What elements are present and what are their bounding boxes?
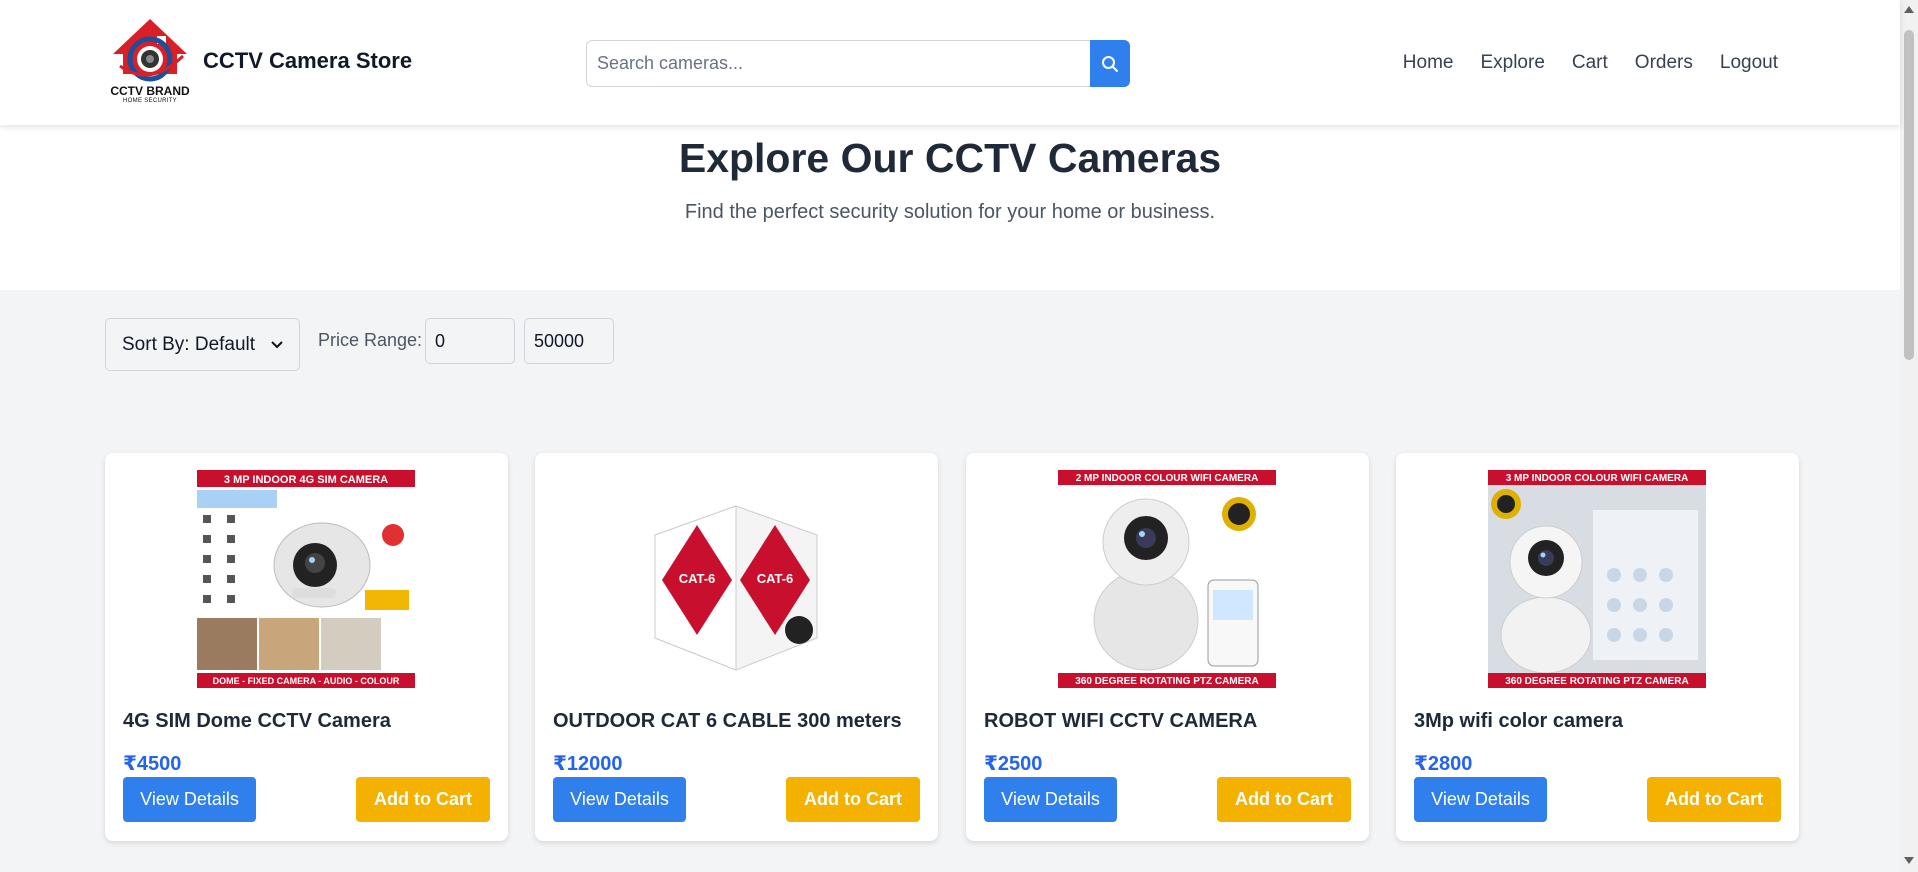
banner-bottom-text: 360 DEGREE ROTATING PTZ CAMERA [1075,676,1259,687]
price-range-label: Price Range: [318,330,423,350]
search-input[interactable] [586,40,1091,87]
wifi-camera-image-icon: 3 MP INDOOR COLOUR WIFI CAMERA 360 DEGRE… [1488,470,1706,688]
product-image[interactable]: 3 MP INDOOR 4G SIM CAMERA DOME - FIXED C… [197,470,415,688]
view-details-button[interactable]: View Details [984,777,1117,822]
nav-explore[interactable]: Explore [1480,52,1544,74]
site-header: CCTV BRAND HOME SECURITY CCTV Camera Sto… [0,0,1900,125]
store-logo[interactable]: CCTV BRAND HOME SECURITY [105,16,195,108]
view-details-button[interactable]: View Details [123,777,256,822]
nav-cart[interactable]: Cart [1572,52,1608,74]
product-image[interactable]: 2 MP INDOOR COLOUR WIFI CAMERA 360 DEGRE… [1058,470,1276,688]
product-name: 4G SIM Dome CCTV Camera [123,710,391,732]
add-to-cart-button[interactable]: Add to Cart [356,777,490,822]
logo-subtext: HOME SECURITY [123,98,177,104]
svg-text:CAT-6: CAT-6 [757,571,794,586]
price-max-input[interactable] [524,318,614,364]
hero-section: Explore Our CCTV Cameras Find the perfec… [0,125,1900,290]
sort-select-value: Sort By: Default [122,333,256,355]
store-name[interactable]: CCTV Camera Store [203,48,412,74]
chevron-down-icon [271,340,283,348]
product-card: 2 MP INDOOR COLOUR WIFI CAMERA 360 DEGRE… [966,453,1369,841]
scroll-down-arrow-icon[interactable] [1904,857,1914,864]
scroll-up-arrow-icon[interactable] [1904,6,1914,13]
banner-top-text: 2 MP INDOOR COLOUR WIFI CAMERA [1076,473,1259,484]
nav-orders[interactable]: Orders [1635,52,1693,74]
dome-camera-image-icon: 3 MP INDOOR 4G SIM CAMERA DOME - FIXED C… [197,470,415,688]
add-to-cart-button[interactable]: Add to Cart [786,777,920,822]
product-image[interactable]: 3 MP INDOOR COLOUR WIFI CAMERA 360 DEGRE… [1488,470,1706,688]
banner-top-text: 3 MP INDOOR 4G SIM CAMERA [224,474,388,486]
search-bar [586,40,1130,87]
page-title: Explore Our CCTV Cameras [678,135,1222,181]
add-to-cart-button[interactable]: Add to Cart [1217,777,1351,822]
cable-box-image-icon: CAT-6 CAT-6 [627,470,845,688]
banner-top-text: 3 MP INDOOR COLOUR WIFI CAMERA [1506,473,1689,484]
banner-bottom-text: DOME - FIXED CAMERA - AUDIO - COLOUR [213,676,400,686]
product-price: ₹2500 [984,753,1043,775]
search-button[interactable] [1090,40,1130,87]
logo-text: CCTV BRAND [110,84,190,98]
product-card: 3 MP INDOOR 4G SIM CAMERA DOME - FIXED C… [105,453,508,841]
nav-home[interactable]: Home [1403,52,1454,74]
product-price: ₹12000 [553,753,623,775]
svg-text:CAT-6: CAT-6 [679,571,716,586]
product-price: ₹2800 [1414,753,1473,775]
view-details-button[interactable]: View Details [553,777,686,822]
product-card: CAT-6 CAT-6 OUTDOOR CAT 6 CABLE 300 mete… [535,453,938,841]
sort-select[interactable]: Sort By: Default [105,318,300,371]
main-nav: Home Explore Cart Orders Logout [1403,52,1778,74]
view-details-button[interactable]: View Details [1414,777,1547,822]
page-subtitle: Find the perfect security solution for y… [684,201,1216,223]
scrollbar-thumb[interactable] [1904,30,1914,360]
product-name: 3Mp wifi color camera [1414,710,1623,732]
price-min-input[interactable] [425,318,515,364]
page-scrollbar[interactable] [1900,0,1918,872]
product-image[interactable]: CAT-6 CAT-6 [627,470,845,688]
nav-logout[interactable]: Logout [1720,52,1778,74]
product-name: OUTDOOR CAT 6 CABLE 300 meters [553,710,902,732]
add-to-cart-button[interactable]: Add to Cart [1647,777,1781,822]
robot-camera-image-icon: 2 MP INDOOR COLOUR WIFI CAMERA 360 DEGRE… [1058,470,1276,688]
product-price: ₹4500 [123,753,182,775]
camera-house-logo-icon [113,19,187,82]
search-icon [1102,55,1118,72]
product-name: ROBOT WIFI CCTV CAMERA [984,710,1258,732]
banner-bottom-text: 360 DEGREE ROTATING PTZ CAMERA [1505,676,1689,687]
product-card: 3 MP INDOOR COLOUR WIFI CAMERA 360 DEGRE… [1396,453,1799,841]
